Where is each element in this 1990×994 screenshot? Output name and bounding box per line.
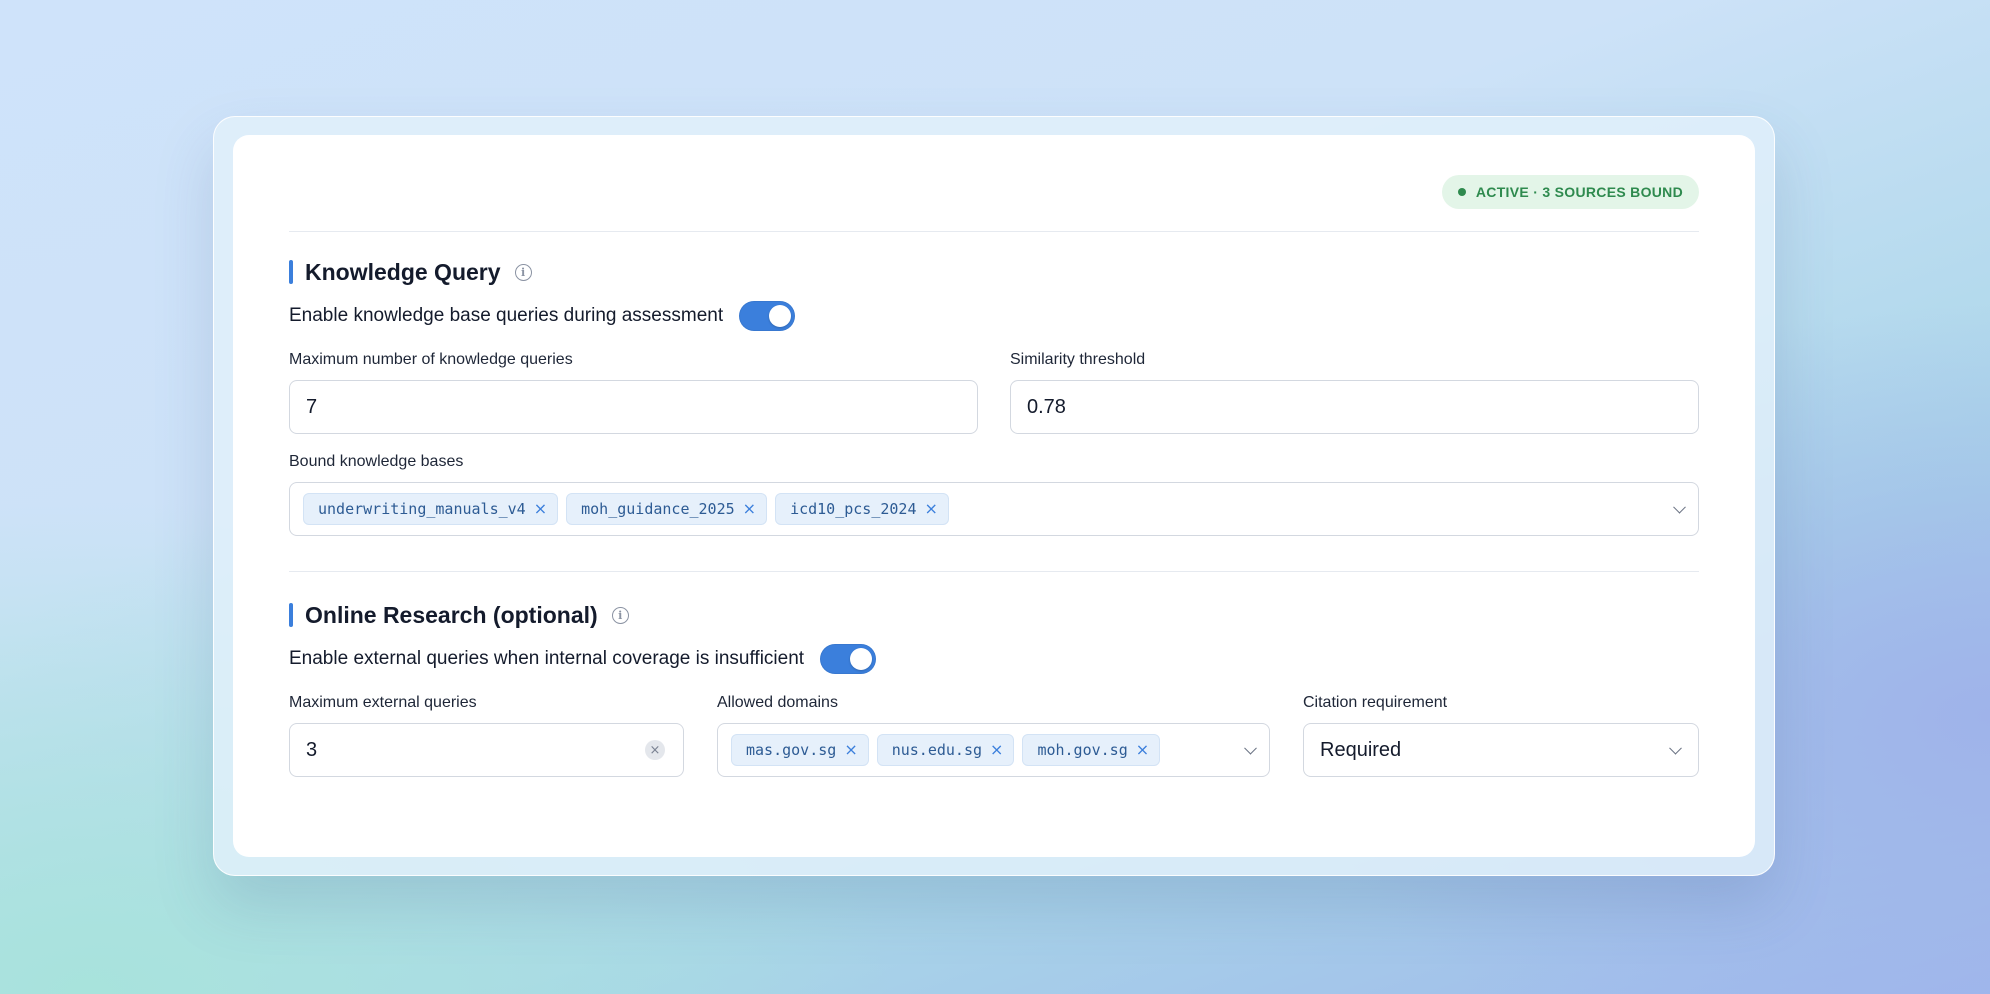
online-research-toggle[interactable] [820,644,877,674]
online-research-toggle-label: Enable external queries when internal co… [289,648,805,669]
online-research-toggle-row: Enable external queries when internal co… [289,643,877,675]
toggle-knob [850,648,873,670]
section-divider [289,571,1699,572]
similarity-threshold-value: 0.78 [1027,395,1066,418]
remove-x-icon[interactable]: × [1136,742,1149,758]
knowledge-query-title: Knowledge Query [305,258,501,285]
chip-label: mas.gov.sg [746,741,837,759]
chip-label: moh.gov.sg [1037,741,1128,759]
clear-icon[interactable]: × [645,740,665,760]
toggle-knob [769,305,792,327]
info-icon[interactable]: i [611,606,629,624]
section-accent-bar [289,603,293,627]
remove-x-icon[interactable]: × [925,501,938,517]
status-dot-icon [1457,188,1466,196]
citation-requirement-value: Required [1320,738,1402,761]
chevron-down-icon[interactable] [1244,741,1257,755]
bound-bases-select[interactable]: underwriting_manuals_v4 × moh_guidance_2… [289,482,1699,536]
max-external-label: Maximum external queries [289,694,477,711]
status-badge: ACTIVE · 3 SOURCES BOUND [1441,175,1699,209]
bound-bases-label: Bound knowledge bases [289,453,464,470]
similarity-threshold-input[interactable]: 0.78 [1010,380,1699,434]
max-external-input[interactable]: 3 × [289,723,684,777]
similarity-threshold-label: Similarity threshold [1010,351,1146,368]
chip-label: moh_guidance_2025 [581,500,735,518]
max-external-value: 3 [306,738,318,761]
knowledge-query-heading: Knowledge Query i [289,257,532,287]
max-queries-value: 7 [306,395,318,418]
knowledge-base-chip: moh_guidance_2025 × [566,493,768,525]
remove-x-icon[interactable]: × [844,742,857,758]
knowledge-query-toggle-row: Enable knowledge base queries during ass… [289,300,796,332]
chip-label: underwriting_manuals_v4 [318,500,526,518]
allowed-domains-select[interactable]: mas.gov.sg × nus.edu.sg × moh.gov.sg × [717,723,1270,777]
knowledge-base-chip: underwriting_manuals_v4 × [303,493,559,525]
max-queries-input[interactable]: 7 [289,380,978,434]
online-research-heading: Online Research (optional) i [289,600,629,630]
chip-label: nus.edu.sg [891,741,983,759]
knowledge-query-toggle[interactable] [739,301,796,331]
knowledge-base-chip: icd10_pcs_2024 × [775,493,949,525]
chevron-down-icon[interactable] [1673,500,1686,514]
max-queries-label: Maximum number of knowledge queries [289,351,573,368]
header-divider [289,231,1699,232]
citation-requirement-label: Citation requirement [1303,694,1448,711]
allowed-domains-label: Allowed domains [717,694,838,711]
status-badge-text: ACTIVE · 3 SOURCES BOUND [1475,184,1683,200]
section-accent-bar [289,260,293,284]
settings-panel: ACTIVE · 3 SOURCES BOUND Knowledge Query… [233,135,1755,857]
domain-chip: moh.gov.sg × [1022,734,1161,766]
chip-label: icd10_pcs_2024 [790,500,917,518]
domain-chip: mas.gov.sg × [731,734,869,766]
citation-requirement-select[interactable]: Required [1303,723,1699,777]
online-research-title: Online Research (optional) [305,601,598,628]
remove-x-icon[interactable]: × [534,501,547,517]
chevron-down-icon[interactable] [1669,741,1682,755]
info-icon[interactable]: i [514,263,532,281]
remove-x-icon[interactable]: × [743,501,756,517]
domain-chip: nus.edu.sg × [876,734,1015,766]
knowledge-query-toggle-label: Enable knowledge base queries during ass… [289,305,724,326]
remove-x-icon[interactable]: × [990,742,1003,758]
